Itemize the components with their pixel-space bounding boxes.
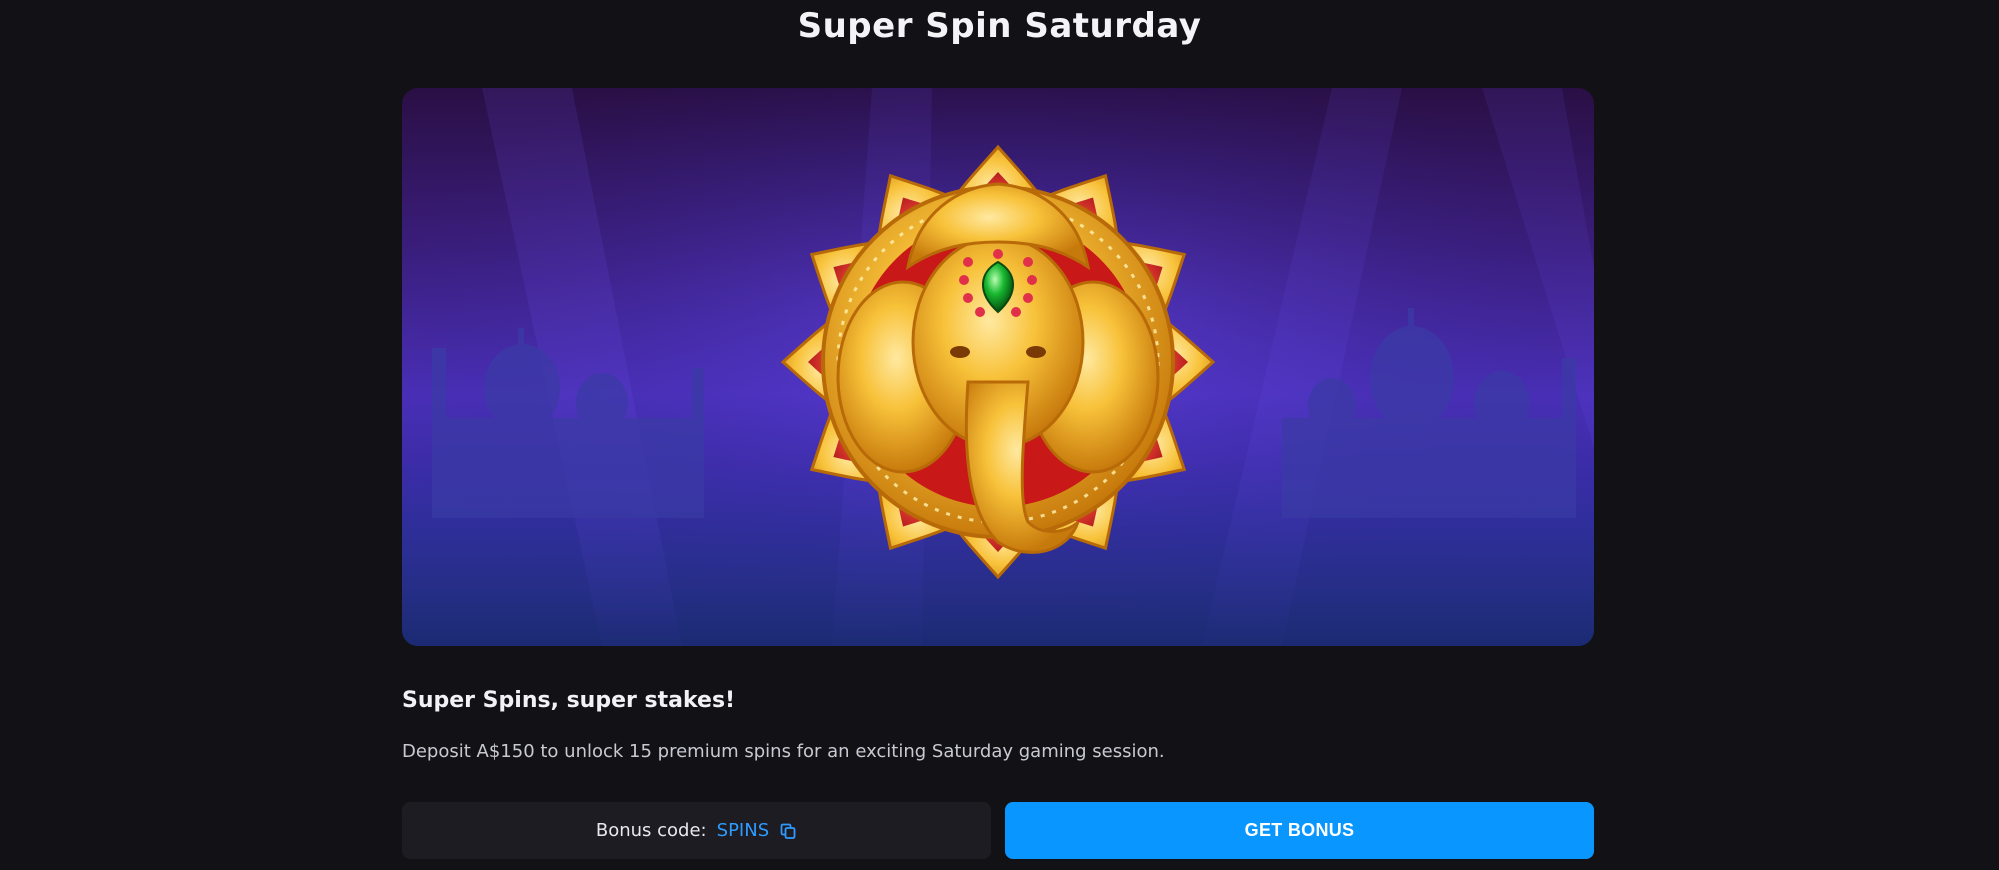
promo-subtitle: Super Spins, super stakes! xyxy=(402,688,736,713)
promotion-page: Super Spin Saturday Super Spins, super s… xyxy=(0,0,1999,870)
bonus-code-label: Bonus code: xyxy=(595,820,707,841)
copy-icon[interactable] xyxy=(779,822,797,840)
promo-description: Deposit A$150 to unlock 15 premium spins… xyxy=(402,741,1165,762)
page-title: Super Spin Saturday xyxy=(797,6,1202,46)
hero-illustration xyxy=(402,88,1594,646)
bonus-code-box[interactable]: Bonus code: SPINS xyxy=(402,802,991,859)
bonus-code-value[interactable]: SPINS xyxy=(717,820,769,841)
hero-banner xyxy=(402,88,1594,646)
get-bonus-button[interactable]: GET BONUS xyxy=(1005,802,1594,859)
copy-icon xyxy=(780,823,796,839)
